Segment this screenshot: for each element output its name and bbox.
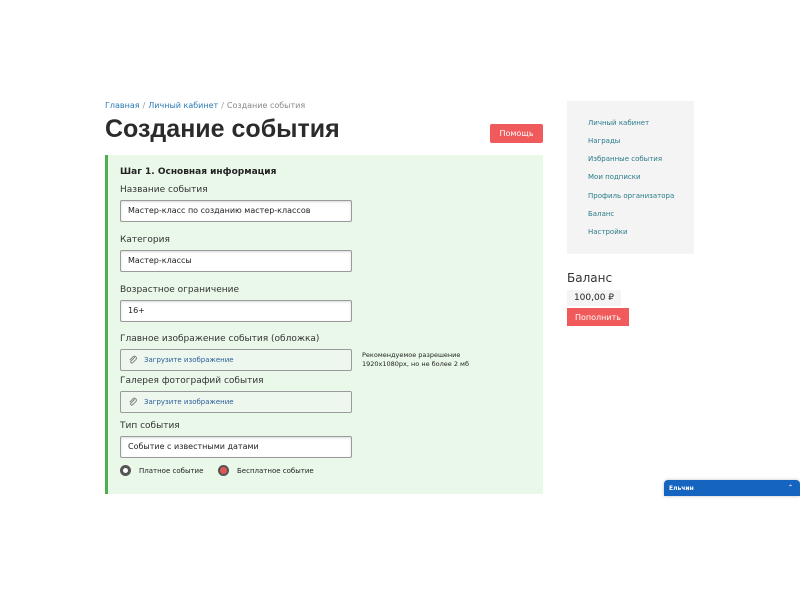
gallery-upload[interactable]: Загрузите изображение — [120, 391, 352, 413]
chat-widget[interactable]: Ельчин ⌃ — [664, 480, 800, 496]
cover-upload-label: Загрузите изображение — [144, 356, 234, 364]
event-type-select[interactable]: Событие с известными датами — [120, 436, 352, 458]
paperclip-icon — [129, 397, 137, 406]
chat-contact-name: Ельчин — [669, 485, 694, 492]
sidebar-item-organizer-profile[interactable]: Профиль организатора — [588, 192, 674, 200]
gallery-label: Галерея фотографий события — [120, 376, 264, 386]
category-select[interactable]: Мастер-классы — [120, 250, 352, 272]
paperclip-icon — [129, 355, 137, 364]
age-restriction-label: Возрастное ограничение — [120, 285, 239, 295]
breadcrumb: Главная / Личный кабинет / Создание события — [105, 101, 305, 110]
breadcrumb-current: Создание события — [226, 101, 306, 110]
page-footer-area — [0, 495, 800, 590]
page: Главная / Личный кабинет / Создание события … — [0, 0, 800, 495]
free-event-label: Бесплатное событие — [237, 466, 314, 475]
balance-title: Баланс — [567, 271, 613, 285]
paid-event-radio[interactable]: Платное событие — [120, 465, 203, 476]
event-name-input[interactable]: Мастер-класс по созданию мастер-классов — [120, 200, 352, 222]
breadcrumb-home-link[interactable]: Главная — [105, 101, 140, 110]
event-form-panel: Шаг 1. Основная информация Название собы… — [105, 155, 543, 494]
hint-line: 1920x1080px, но не более 2 мб — [362, 360, 469, 368]
sidebar-item-favorites[interactable]: Избранные события — [588, 155, 662, 163]
sidebar-item-account[interactable]: Личный кабинет — [588, 119, 649, 127]
hint-line: Рекомендуемое разрешение — [362, 351, 461, 359]
age-restriction-input[interactable]: 16+ — [120, 300, 352, 322]
sidebar-item-balance[interactable]: Баланс — [588, 210, 614, 218]
chevron-up-icon[interactable]: ⌃ — [788, 484, 793, 491]
step-title: Шаг 1. Основная информация — [120, 167, 277, 177]
radio-circle-unchecked[interactable] — [120, 465, 131, 476]
help-button[interactable]: Помощь — [490, 124, 543, 143]
breadcrumb-separator: / — [142, 101, 146, 110]
top-up-button[interactable]: Пополнить — [567, 308, 629, 326]
event-type-label: Тип события — [120, 421, 180, 431]
page-title: Создание события — [105, 115, 340, 143]
cover-image-upload[interactable]: Загрузите изображение — [120, 349, 352, 371]
event-name-label: Название события — [120, 185, 208, 195]
sidebar-item-settings[interactable]: Настройки — [588, 228, 628, 236]
account-sidebar: Личный кабинет Награды Избранные события… — [567, 101, 694, 254]
cover-image-hint: Рекомендуемое разрешение 1920x1080px, но… — [362, 351, 492, 369]
breadcrumb-account-link[interactable]: Личный кабинет — [148, 101, 218, 110]
category-label: Категория — [120, 235, 170, 245]
gallery-upload-label: Загрузите изображение — [144, 398, 234, 406]
breadcrumb-separator: / — [221, 101, 224, 110]
balance-amount: 100,00 ₽ — [567, 290, 621, 306]
paid-event-label: Платное событие — [139, 466, 204, 475]
sidebar-item-awards[interactable]: Награды — [588, 137, 620, 145]
sidebar-item-subscriptions[interactable]: Мои подписки — [588, 173, 641, 181]
free-event-radio[interactable]: Бесплатное событие — [218, 465, 314, 476]
cover-image-label: Главное изображение события (обложка) — [120, 334, 320, 344]
radio-circle-checked[interactable] — [218, 465, 229, 476]
